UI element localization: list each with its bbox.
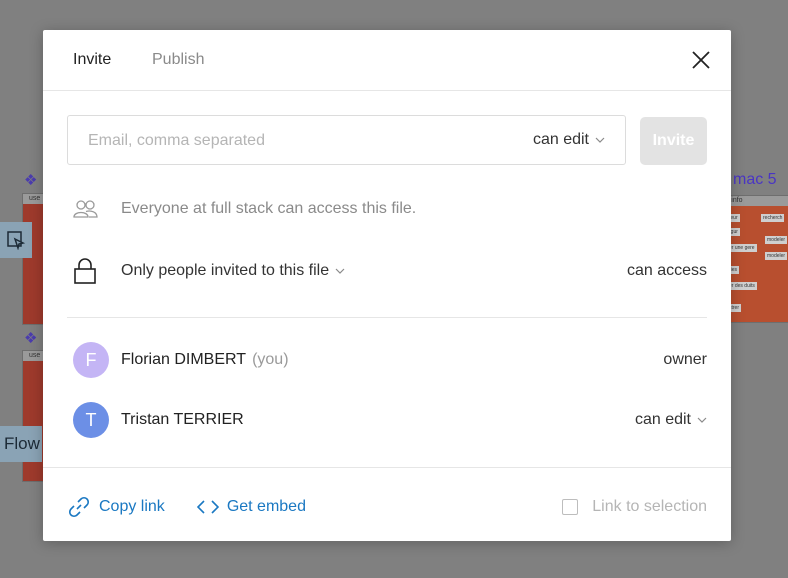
dialog-tabs: Invite Publish <box>43 30 731 91</box>
link-to-selection-label: Link to selection <box>592 498 707 515</box>
get-embed-label: Get embed <box>226 498 306 515</box>
divider <box>67 317 707 318</box>
divider <box>43 467 731 468</box>
copy-link-label: Copy link <box>99 498 165 515</box>
user-role: owner <box>663 351 707 369</box>
user-role-label: can edit <box>634 411 691 428</box>
link-to-selection-checkbox[interactable] <box>562 499 579 515</box>
share-dialog: Invite Publish can edit Invite Everyone <box>43 30 731 541</box>
frame-header: r info <box>721 196 788 206</box>
mini-element: er une gere <box>727 244 757 252</box>
access-scope-dropdown[interactable]: Only people invited to this file <box>121 262 345 280</box>
access-scope-label: Only people invited to this file <box>121 262 330 279</box>
flow-label[interactable]: Flow <box>0 426 42 462</box>
user-row: F Florian DIMBERT (you) owner <box>73 342 707 378</box>
dialog-footer: Copy link Get embed Link to selection <box>67 494 707 520</box>
avatar: F <box>73 342 109 378</box>
component-icon: ❖ <box>24 330 38 347</box>
user-role-dropdown[interactable]: can edit <box>635 411 707 429</box>
play-frame-icon <box>7 231 26 250</box>
mini-element: er des duits <box>727 282 757 290</box>
get-embed-button[interactable]: Get embed <box>196 498 306 516</box>
invite-permission-dropdown[interactable]: can edit <box>533 131 605 149</box>
chevron-down-icon <box>335 268 345 274</box>
link-to-selection-option: Link to selection <box>562 498 707 516</box>
prototype-play-button[interactable] <box>0 222 32 258</box>
email-input[interactable] <box>86 128 470 154</box>
mini-element: recherch <box>761 214 785 222</box>
mini-element: modeler <box>765 236 788 244</box>
component-icon: ❖ <box>24 172 38 189</box>
invite-button[interactable]: Invite <box>640 117 707 165</box>
chevron-down-icon <box>697 417 707 423</box>
team-access-info: Everyone at full stack can access this f… <box>73 197 707 221</box>
chevron-down-icon <box>595 137 605 143</box>
close-icon <box>692 51 710 69</box>
team-icon <box>73 199 111 219</box>
user-name: Tristan TERRIER <box>121 411 244 428</box>
permission-label: can edit <box>532 131 589 148</box>
lock-icon <box>73 257 111 285</box>
copy-link-button[interactable]: Copy link <box>67 495 165 519</box>
team-access-text: Everyone at full stack can access this f… <box>121 200 417 217</box>
access-scope-right: can access <box>626 262 707 279</box>
you-tag: (you) <box>252 351 289 368</box>
tab-publish[interactable]: Publish <box>152 51 204 69</box>
user-role-label: owner <box>663 351 707 368</box>
link-icon <box>68 496 90 518</box>
user-name: Florian DIMBERT <box>121 351 247 368</box>
canvas-frame-label: mac 5 <box>733 171 777 188</box>
mini-element: modeler <box>765 252 788 260</box>
tab-invite[interactable]: Invite <box>73 51 111 69</box>
avatar: T <box>73 402 109 438</box>
user-row: T Tristan TERRIER can edit <box>73 402 707 438</box>
code-icon <box>196 500 219 514</box>
close-button[interactable] <box>691 50 711 70</box>
email-input-box: can edit <box>67 115 626 165</box>
link-access-row: Only people invited to this file can acc… <box>73 256 707 286</box>
